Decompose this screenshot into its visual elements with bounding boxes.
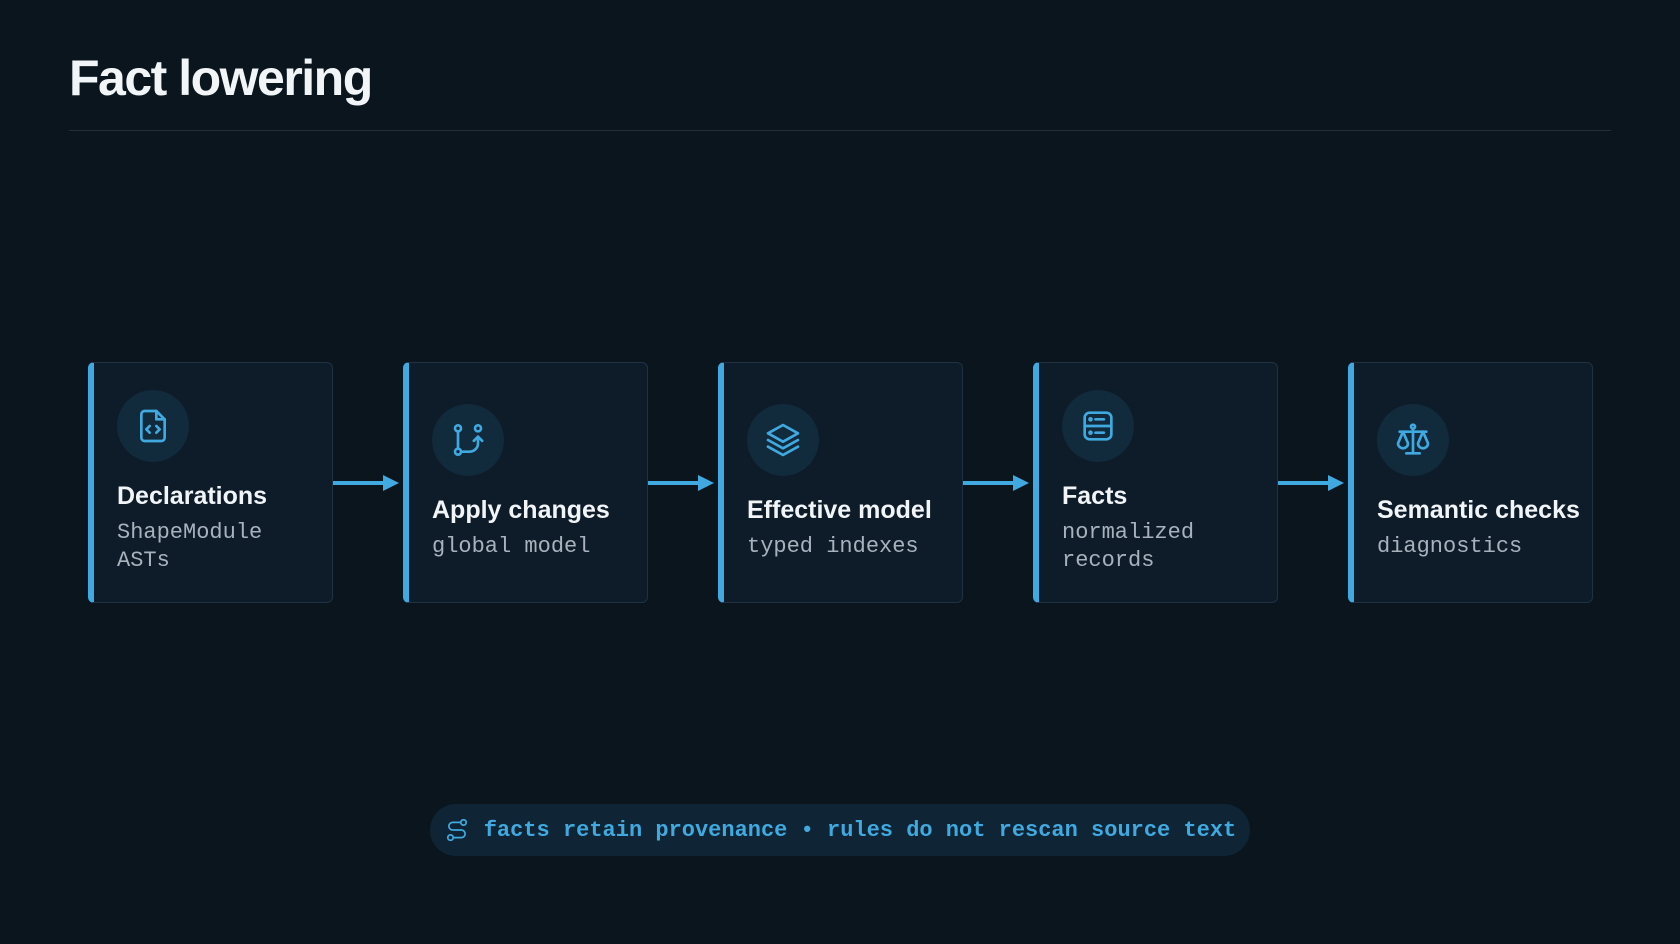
stage-subtitle: normalized records [1062,520,1195,573]
stage-declarations: Declarations ShapeModule ASTs [88,362,333,603]
stage-subtitle: typed indexes [747,534,919,559]
file-code-icon [117,390,189,462]
git-branch-icon [432,404,504,476]
stage-apply-changes: Apply changes global model [403,362,648,603]
flow-arrow [648,473,718,493]
stage-effective-model: Effective model typed indexes [718,362,963,603]
stage-title: Semantic checks [1377,496,1580,524]
stage-facts: Facts normalized records [1033,362,1278,603]
stage-title: Declarations [117,482,268,510]
layers-icon [747,404,819,476]
stage-semantic-checks: Semantic checks diagnostics [1348,362,1593,603]
stage-subtitle: global model [432,534,591,559]
database-records-icon [1062,390,1134,462]
flow-arrow [963,473,1033,493]
flow-arrow [1278,473,1348,493]
title-divider [69,130,1611,131]
footer-callout: facts retain provenance • rules do not r… [430,804,1250,856]
scale-icon [1377,404,1449,476]
stage-title: Apply changes [432,496,610,524]
stage-title: Effective model [747,496,932,524]
stage-subtitle: diagnostics [1377,534,1523,559]
stage-title: Facts [1062,482,1128,510]
stage-subtitle: ShapeModule ASTs [117,520,263,573]
page-title: Fact lowering [69,50,373,106]
flow-arrow [333,473,403,493]
footer-text: facts retain provenance • rules do not r… [483,817,1237,843]
route-icon [444,817,470,843]
